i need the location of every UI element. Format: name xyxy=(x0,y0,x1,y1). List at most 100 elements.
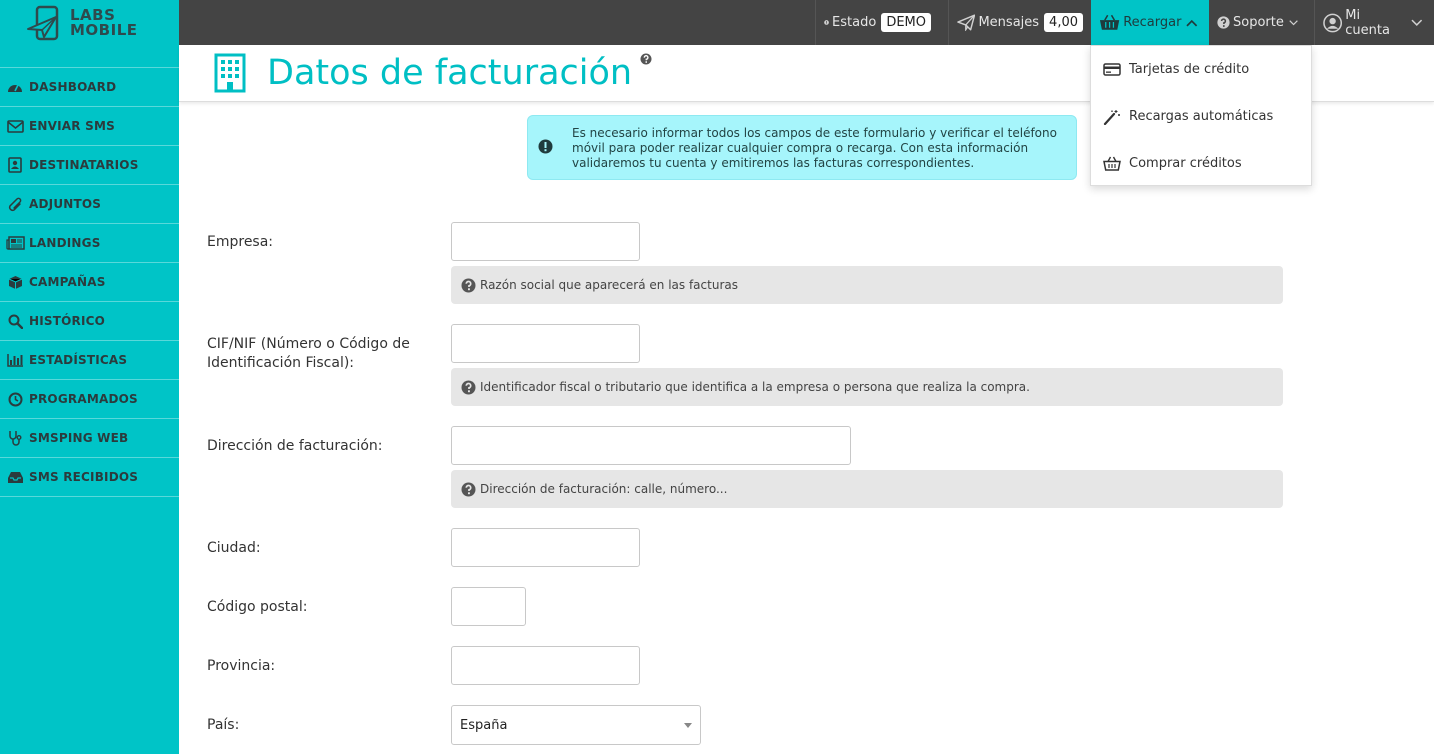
topbar: Estado DEMO Mensajes 4,00 Recargar Sopor… xyxy=(179,0,1434,45)
inbox-icon xyxy=(5,467,25,487)
basket-icon xyxy=(1103,156,1121,171)
search-icon xyxy=(5,311,25,331)
mi-cuenta-menu[interactable]: Mi cuenta xyxy=(1314,0,1434,45)
exclamation-circle-icon xyxy=(538,139,553,154)
sidebar-item-label: HISTÓRICO xyxy=(29,314,106,328)
alert-line: validaremos tu cuenta y emitiremos las f… xyxy=(572,156,975,170)
menu-item-label: Recargas automáticas xyxy=(1129,109,1274,124)
direccion-help: Dirección de facturación: calle, número.… xyxy=(451,470,1283,508)
caret-down-icon xyxy=(684,723,692,728)
question-circle-icon xyxy=(461,380,476,394)
sidebar-item-label: DESTINATARIOS xyxy=(29,158,139,172)
sidebar-item-enviar-sms[interactable]: ENVIAR SMS xyxy=(0,107,179,146)
sidebar-item-label: PROGRAMADOS xyxy=(29,392,138,406)
sidebar-item-programados[interactable]: PROGRAMADOS xyxy=(0,380,179,419)
mensajes-label: Mensajes xyxy=(978,15,1040,30)
credit-card-icon xyxy=(1103,63,1121,76)
recargar-label: Recargar xyxy=(1123,15,1182,30)
pais-select[interactable]: España xyxy=(451,705,701,745)
soporte-menu[interactable]: Soporte xyxy=(1209,0,1309,45)
logo-line2: MOBILE xyxy=(70,20,138,39)
sidebar-item-label: ESTADÍSTICAS xyxy=(29,353,128,367)
cif-label: CIF/NIF (Número o Código de Identificaci… xyxy=(207,335,410,373)
estado-label: Estado xyxy=(832,15,877,30)
pais-selected-value: España xyxy=(460,717,508,733)
dashboard-icon xyxy=(5,77,25,97)
magic-wand-icon xyxy=(1103,109,1120,125)
logo[interactable]: LABS MOBILE xyxy=(0,0,179,45)
menu-item-label: Comprar créditos xyxy=(1129,156,1242,171)
sidebar-item-dashboard[interactable]: DASHBOARD xyxy=(0,68,179,107)
sidebar-item-label: DASHBOARD xyxy=(29,80,117,94)
clock-icon xyxy=(5,389,25,409)
codigo-postal-label: Código postal: xyxy=(207,599,308,615)
menu-item-comprar-creditos[interactable]: Comprar créditos xyxy=(1091,140,1311,187)
mensajes-badge: 4,00 xyxy=(1044,13,1083,32)
sidebar: LABS MOBILE DASHBOARD ENVIAR SMS DESTINA… xyxy=(0,0,179,754)
sidebar-item-campanas[interactable]: CAMPAÑAS xyxy=(0,263,179,302)
direccion-help-text: Dirección de facturación: calle, número.… xyxy=(480,482,728,496)
sidebar-item-adjuntos[interactable]: ADJUNTOS xyxy=(0,185,179,224)
menu-item-label: Tarjetas de crédito xyxy=(1129,62,1250,77)
cif-label-line2: Identificación Fiscal): xyxy=(207,355,355,371)
question-circle-icon xyxy=(461,278,476,292)
user-circle-icon xyxy=(1323,13,1343,32)
ciudad-label: Ciudad: xyxy=(207,540,261,556)
building-icon xyxy=(214,53,246,93)
provincia-input[interactable] xyxy=(451,646,640,685)
contact-book-icon xyxy=(5,155,25,175)
estado-menu[interactable]: Estado DEMO xyxy=(815,0,939,45)
codigo-postal-input[interactable] xyxy=(451,587,526,626)
info-alert: Es necesario informar todos los campos d… xyxy=(527,115,1077,180)
menu-item-tarjetas-credito[interactable]: Tarjetas de crédito xyxy=(1091,46,1311,93)
basket-icon xyxy=(1099,14,1120,30)
sidebar-item-label: SMS RECIBIDOS xyxy=(29,470,139,484)
question-circle-icon xyxy=(1217,16,1230,29)
soporte-label: Soporte xyxy=(1232,15,1284,30)
recargar-dropdown: Tarjetas de crédito Recargas automáticas… xyxy=(1090,45,1312,186)
question-circle-icon[interactable] xyxy=(640,53,652,65)
logo-paper-plane-icon xyxy=(27,5,59,40)
sidebar-item-smsping-web[interactable]: SMSPING WEB xyxy=(0,419,179,458)
mi-cuenta-label: Mi cuenta xyxy=(1345,7,1390,38)
sidebar-item-destinatarios[interactable]: DESTINATARIOS xyxy=(0,146,179,185)
cif-input[interactable] xyxy=(451,324,640,363)
direccion-label: Dirección de facturación: xyxy=(207,438,383,454)
question-circle-icon xyxy=(461,482,476,496)
cube-icon xyxy=(5,272,25,292)
bar-chart-icon xyxy=(5,350,25,370)
direccion-input[interactable] xyxy=(451,426,851,465)
cif-label-line1: CIF/NIF (Número o Código de xyxy=(207,336,410,352)
chevron-up-icon xyxy=(1186,19,1198,27)
paper-plane-icon xyxy=(957,14,976,31)
sidebar-item-estadisticas[interactable]: ESTADÍSTICAS xyxy=(0,341,179,380)
sidebar-item-label: LANDINGS xyxy=(29,236,101,250)
page-title: Datos de facturación xyxy=(267,53,633,93)
stethoscope-icon xyxy=(5,428,25,448)
ciudad-input[interactable] xyxy=(451,528,640,567)
provincia-label: Provincia: xyxy=(207,658,276,674)
cif-help-text: Identificador fiscal o tributario que id… xyxy=(480,380,1030,394)
exclamation-circle-icon xyxy=(824,20,829,25)
envelope-icon xyxy=(5,116,25,136)
chevron-down-icon xyxy=(1289,19,1298,25)
menu-item-recargas-automaticas[interactable]: Recargas automáticas xyxy=(1091,93,1311,140)
pais-label: País: xyxy=(207,717,240,733)
empresa-help: Razón social que aparecerá en las factur… xyxy=(451,266,1283,304)
cif-help: Identificador fiscal o tributario que id… xyxy=(451,368,1283,406)
sidebar-item-historico[interactable]: HISTÓRICO xyxy=(0,302,179,341)
recargar-menu[interactable]: Recargar xyxy=(1091,0,1209,45)
chevron-down-icon xyxy=(1411,19,1423,26)
mensajes-menu[interactable]: Mensajes 4,00 xyxy=(948,0,1091,45)
newspaper-icon xyxy=(5,233,25,253)
alert-line: Es necesario informar todos los campos d… xyxy=(572,126,1057,140)
sidebar-item-label: ADJUNTOS xyxy=(29,197,102,211)
sidebar-item-landings[interactable]: LANDINGS xyxy=(0,224,179,263)
empresa-label: Empresa: xyxy=(207,234,274,250)
empresa-input[interactable] xyxy=(451,222,640,261)
sidebar-nav: DASHBOARD ENVIAR SMS DESTINATARIOS ADJUN… xyxy=(0,67,179,497)
paperclip-icon xyxy=(5,194,25,214)
sidebar-item-label: SMSPING WEB xyxy=(29,431,129,445)
sidebar-item-sms-recibidos[interactable]: SMS RECIBIDOS xyxy=(0,458,179,497)
empresa-help-text: Razón social que aparecerá en las factur… xyxy=(480,278,738,292)
